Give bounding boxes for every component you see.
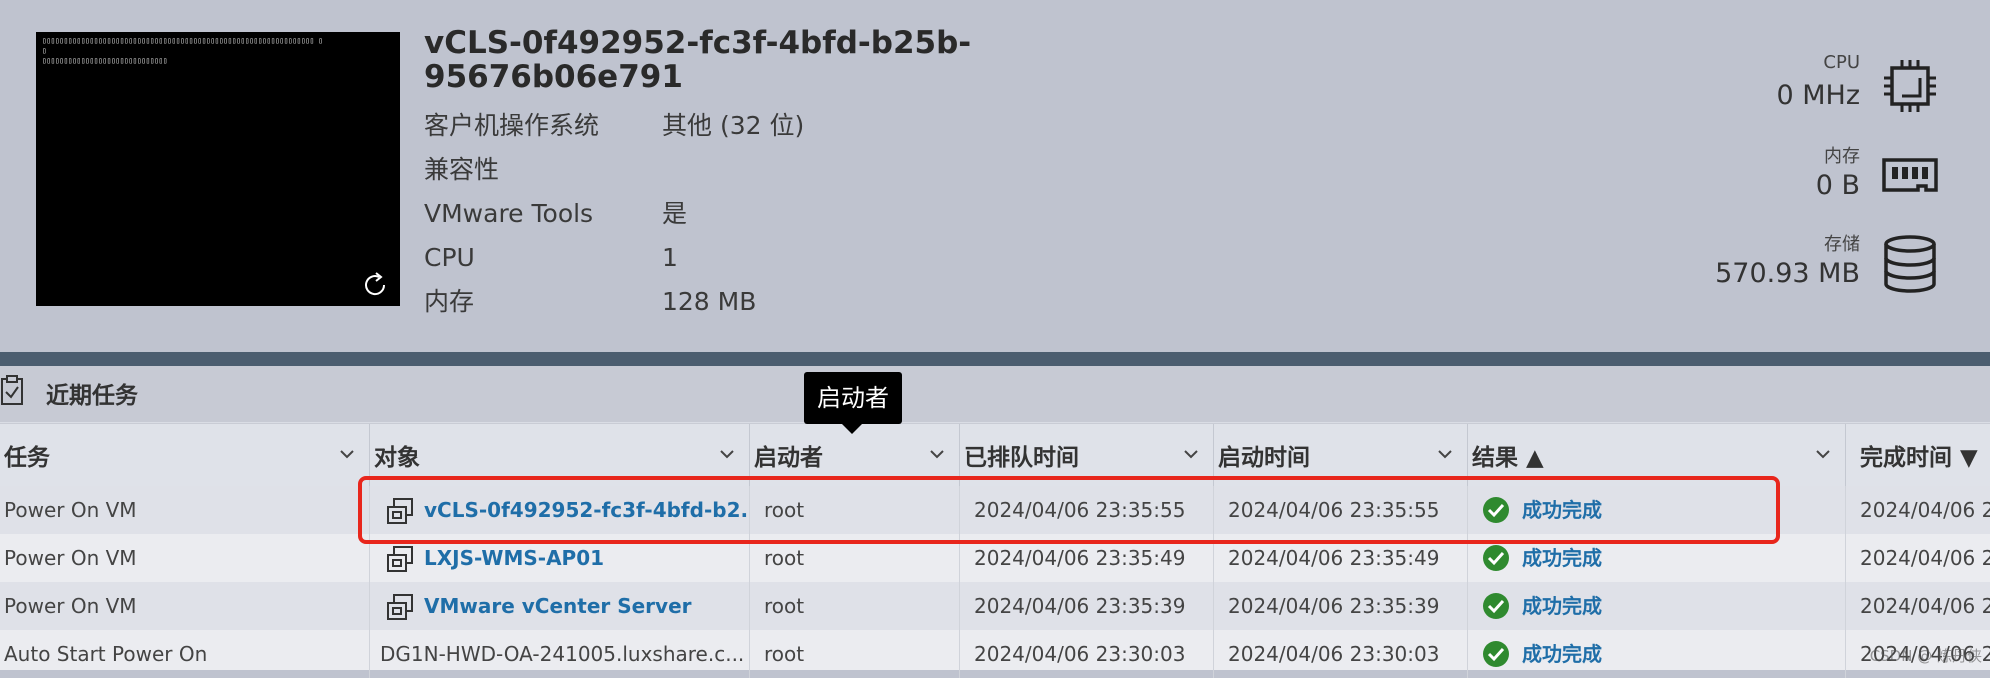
- column-header-label: 任务: [4, 445, 50, 471]
- vm-icon: [387, 546, 413, 572]
- console-line: ▯▯▯▯▯▯▯▯▯▯▯▯▯▯▯▯▯▯▯▯▯▯▯▯▯▯▯▯▯▯▯▯▯▯▯▯▯▯▯▯…: [42, 36, 323, 45]
- initiator-cell: root: [750, 582, 960, 630]
- column-header-label: 完成时间 ▼: [1860, 445, 1978, 471]
- vm-icon: [387, 498, 413, 524]
- success-check-icon: [1483, 545, 1509, 571]
- result-text: 成功完成: [1522, 498, 1602, 522]
- tasks-grid-header: 任务 对象 启动者 已排队时间 启动时间 结果 ▲ 完成时间 ▼: [0, 423, 1990, 488]
- recent-tasks-title: 近期任务: [46, 383, 138, 409]
- result-text: 成功完成: [1522, 594, 1602, 618]
- task-name-cell: Power On VM: [0, 534, 370, 582]
- chevron-down-icon[interactable]: [1183, 448, 1199, 460]
- object-text: DG1N-HWD-OA-241005.luxshare.c...: [380, 642, 745, 666]
- property-value: 是: [662, 199, 688, 228]
- result-cell: 成功完成: [1468, 534, 1846, 582]
- result-cell: 成功完成: [1468, 582, 1846, 630]
- watermark: CSDN @ 炼丹侠: [1869, 647, 1982, 665]
- panel-divider[interactable]: [0, 352, 1990, 366]
- object-link[interactable]: LXJS-WMS-AP01: [424, 534, 604, 582]
- task-name-cell: Power On VM: [0, 582, 370, 630]
- result-cell: 成功完成: [1468, 486, 1846, 534]
- property-label: 内存: [424, 287, 475, 316]
- start-time-cell: 2024/04/06 23:35:39: [1214, 582, 1468, 630]
- memory-resource-label: 内存: [1824, 146, 1860, 167]
- column-header-queued-time[interactable]: 已排队时间: [960, 424, 1214, 486]
- vm-icon: [387, 594, 413, 620]
- object-cell: LXJS-WMS-AP01: [370, 534, 750, 582]
- table-row[interactable]: Power On VM vCLS-0f492952-fc3f-4bfd-b2..…: [0, 486, 1990, 534]
- start-time-cell: 2024/04/06 23:30:03: [1214, 630, 1468, 678]
- initiator-cell: root: [750, 534, 960, 582]
- result-text: 成功完成: [1522, 546, 1602, 570]
- refresh-icon[interactable]: [360, 270, 390, 300]
- vm-console-thumbnail[interactable]: ▯▯▯▯▯▯▯▯▯▯▯▯▯▯▯▯▯▯▯▯▯▯▯▯▯▯▯▯▯▯▯▯▯▯▯▯▯▯▯▯…: [36, 32, 400, 306]
- property-label: CPU: [424, 243, 475, 272]
- initiator-cell: root: [750, 486, 960, 534]
- chevron-down-icon[interactable]: [929, 448, 945, 460]
- queued-time-cell: 2024/04/06 23:30:03: [960, 630, 1214, 678]
- storage-resource-value: 570.93 MB: [1715, 258, 1860, 289]
- object-link[interactable]: VMware vCenter Server: [424, 582, 692, 630]
- initiator-tooltip: 启动者: [804, 372, 902, 424]
- cpu-resource-label: CPU: [1823, 52, 1860, 73]
- completion-time-cell: 2024/04/06 2: [1860, 594, 1990, 618]
- tooltip-arrow: [842, 424, 862, 434]
- queued-time-cell: 2024/04/06 23:35:49: [960, 534, 1214, 582]
- property-label: 兼容性: [424, 155, 500, 184]
- console-line: ▯: [42, 46, 47, 55]
- object-cell: DG1N-HWD-OA-241005.luxshare.c...: [370, 630, 750, 678]
- success-check-icon: [1483, 641, 1509, 667]
- chevron-down-icon[interactable]: [1815, 448, 1831, 460]
- queued-time-cell: 2024/04/06 23:35:55: [960, 486, 1214, 534]
- memory-icon: [1882, 158, 1938, 192]
- column-header-label: 已排队时间: [964, 445, 1079, 471]
- property-value: 128 MB: [662, 287, 757, 316]
- property-label: VMware Tools: [424, 199, 594, 228]
- completion-time-cell: 2024/04/06 2: [1860, 498, 1990, 522]
- task-name-cell: Power On VM: [0, 486, 370, 534]
- chevron-down-icon[interactable]: [719, 448, 735, 460]
- completion-time-cell: 2024/04/06 2: [1860, 546, 1990, 570]
- column-header-label: 启动时间: [1218, 445, 1310, 471]
- column-header-label: 对象: [374, 445, 420, 471]
- task-name-cell: Auto Start Power On: [0, 630, 370, 678]
- console-line: ▯▯▯▯▯▯▯▯▯▯▯▯▯▯▯▯▯▯▯▯▯▯▯▯▯▯▯▯▯: [42, 56, 168, 65]
- column-header-start-time[interactable]: 启动时间: [1214, 424, 1468, 486]
- vm-title: vCLS-0f492952-fc3f-4bfd-b25b-95676b06e79…: [424, 25, 972, 95]
- column-header-label: 结果 ▲: [1472, 445, 1544, 471]
- start-time-cell: 2024/04/06 23:35:49: [1214, 534, 1468, 582]
- column-header-completion-time[interactable]: 完成时间 ▼: [1846, 424, 1990, 486]
- start-time-cell: 2024/04/06 23:35:55: [1214, 486, 1468, 534]
- result-text: 成功完成: [1522, 642, 1602, 666]
- table-row[interactable]: Power On VM VMware vCenter Server root 2…: [0, 582, 1990, 630]
- object-cell: VMware vCenter Server: [370, 582, 750, 630]
- cpu-icon: [1884, 60, 1936, 112]
- storage-icon: [1884, 235, 1936, 293]
- property-value: 其他 (32 位): [662, 111, 805, 140]
- memory-resource-value: 0 B: [1815, 170, 1860, 201]
- success-check-icon: [1483, 497, 1509, 523]
- chevron-down-icon[interactable]: [1437, 448, 1453, 460]
- clipboard-icon: [1, 375, 23, 405]
- queued-time-cell: 2024/04/06 23:35:39: [960, 582, 1214, 630]
- table-row[interactable]: Auto Start Power On DG1N-HWD-OA-241005.l…: [0, 630, 1990, 678]
- table-row[interactable]: Power On VM LXJS-WMS-AP01 root 2024/04/0…: [0, 534, 1990, 582]
- chevron-down-icon[interactable]: [339, 448, 355, 460]
- cpu-resource-value: 0 MHz: [1776, 80, 1860, 111]
- success-check-icon: [1483, 593, 1509, 619]
- property-label: 客户机操作系统: [424, 111, 600, 140]
- column-header-label: 启动者: [754, 445, 823, 471]
- object-cell: vCLS-0f492952-fc3f-4bfd-b2...: [370, 486, 750, 534]
- column-header-object[interactable]: 对象: [370, 424, 750, 486]
- column-header-task[interactable]: 任务: [0, 424, 370, 486]
- storage-resource-label: 存储: [1824, 234, 1860, 255]
- property-value: 1: [662, 243, 678, 272]
- object-link[interactable]: vCLS-0f492952-fc3f-4bfd-b2...: [424, 486, 749, 534]
- vm-summary-panel: ▯▯▯▯▯▯▯▯▯▯▯▯▯▯▯▯▯▯▯▯▯▯▯▯▯▯▯▯▯▯▯▯▯▯▯▯▯▯▯▯…: [0, 0, 1990, 352]
- recent-tasks-header[interactable]: 近期任务: [0, 366, 1990, 422]
- initiator-cell: root: [750, 630, 960, 678]
- column-header-result[interactable]: 结果 ▲: [1468, 424, 1846, 486]
- result-cell: 成功完成: [1468, 630, 1846, 678]
